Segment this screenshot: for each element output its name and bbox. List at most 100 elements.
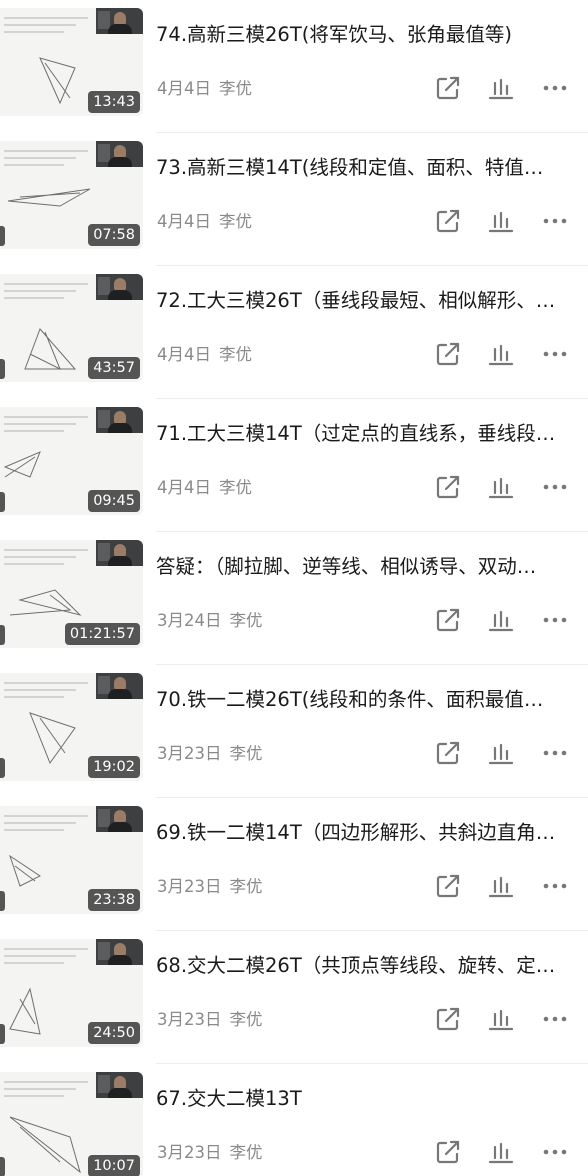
share-out-icon[interactable] bbox=[434, 340, 462, 368]
publish-date: 3月24日 bbox=[157, 611, 222, 630]
previous-badge-edge bbox=[0, 492, 5, 512]
video-meta: 3月23日 李优 bbox=[157, 1009, 263, 1031]
share-out-icon[interactable] bbox=[434, 207, 462, 235]
author-name: 李优 bbox=[229, 1143, 263, 1162]
video-list-item[interactable]: 43:57 72.工大三模26T（垂线段最短、相似解形、… 4月4日 李优 bbox=[0, 266, 588, 399]
video-meta: 4月4日 李优 bbox=[157, 211, 252, 233]
presenter-camera bbox=[96, 540, 143, 566]
bar-chart-icon[interactable] bbox=[487, 473, 515, 501]
author-name: 李优 bbox=[219, 478, 252, 497]
video-title[interactable]: 72.工大三模26T（垂线段最短、相似解形、… bbox=[156, 286, 576, 316]
video-list-item[interactable]: 09:45 71.工大三模14T（过定点的直线系，垂线段… 4月4日 李优 bbox=[0, 399, 588, 532]
video-title[interactable]: 69.铁一二模14T（四边形解形、共斜边直角… bbox=[156, 818, 576, 848]
video-thumbnail[interactable]: 24:50 bbox=[0, 939, 143, 1047]
share-out-icon[interactable] bbox=[434, 606, 462, 634]
share-out-icon[interactable] bbox=[434, 473, 462, 501]
bar-chart-icon[interactable] bbox=[487, 1138, 515, 1166]
duration-badge: 19:02 bbox=[88, 756, 140, 778]
video-thumbnail[interactable]: 13:43 bbox=[0, 8, 143, 116]
bar-chart-icon[interactable] bbox=[487, 207, 515, 235]
duration-badge: 07:58 bbox=[88, 224, 140, 246]
publish-date: 4月4日 bbox=[157, 478, 211, 497]
bar-chart-icon[interactable] bbox=[487, 872, 515, 900]
more-dots-icon[interactable] bbox=[541, 739, 569, 767]
previous-badge-edge bbox=[0, 1024, 5, 1044]
video-title[interactable]: 73.高新三模14T(线段和定值、面积、特值… bbox=[156, 153, 576, 183]
duration-badge: 24:50 bbox=[88, 1022, 140, 1044]
previous-badge-edge bbox=[0, 891, 5, 911]
publish-date: 3月23日 bbox=[157, 1010, 222, 1029]
video-thumbnail[interactable]: 19:02 bbox=[0, 673, 143, 781]
bar-chart-icon[interactable] bbox=[487, 739, 515, 767]
bar-chart-icon[interactable] bbox=[487, 606, 515, 634]
author-name: 李优 bbox=[229, 611, 263, 630]
video-title[interactable]: 68.交大二模26T（共顶点等线段、旋转、定… bbox=[156, 951, 576, 981]
presenter-camera bbox=[96, 939, 143, 965]
publish-date: 4月4日 bbox=[157, 345, 211, 364]
video-meta: 3月23日 李优 bbox=[157, 876, 263, 898]
more-dots-icon[interactable] bbox=[541, 74, 569, 102]
duration-badge: 10:07 bbox=[88, 1155, 140, 1176]
more-dots-icon[interactable] bbox=[541, 473, 569, 501]
more-dots-icon[interactable] bbox=[541, 207, 569, 235]
author-name: 李优 bbox=[229, 877, 263, 896]
video-thumbnail[interactable]: 10:07 bbox=[0, 1072, 143, 1176]
video-list-item[interactable]: 23:38 69.铁一二模14T（四边形解形、共斜边直角… 3月23日 李优 bbox=[0, 798, 588, 931]
previous-badge-edge bbox=[0, 1157, 5, 1176]
video-title[interactable]: 71.工大三模14T（过定点的直线系，垂线段… bbox=[156, 419, 576, 449]
presenter-camera bbox=[96, 141, 143, 167]
bar-chart-icon[interactable] bbox=[487, 340, 515, 368]
video-list-item[interactable]: 07:58 73.高新三模14T(线段和定值、面积、特值… 4月4日 李优 bbox=[0, 133, 588, 266]
share-out-icon[interactable] bbox=[434, 74, 462, 102]
publish-date: 3月23日 bbox=[157, 744, 222, 763]
author-name: 李优 bbox=[219, 345, 252, 364]
previous-badge-edge bbox=[0, 625, 5, 645]
previous-badge-edge bbox=[0, 758, 5, 778]
publish-date: 4月4日 bbox=[157, 212, 211, 231]
more-dots-icon[interactable] bbox=[541, 872, 569, 900]
presenter-camera bbox=[96, 673, 143, 699]
more-dots-icon[interactable] bbox=[541, 1138, 569, 1166]
more-dots-icon[interactable] bbox=[541, 606, 569, 634]
video-thumbnail[interactable]: 01:21:57 bbox=[0, 540, 143, 648]
video-list-item[interactable]: 13:43 74.高新三模26T(将军饮马、张角最值等) 4月4日 李优 bbox=[0, 0, 588, 133]
video-meta: 4月4日 李优 bbox=[157, 477, 252, 499]
publish-date: 3月23日 bbox=[157, 1143, 222, 1162]
share-out-icon[interactable] bbox=[434, 872, 462, 900]
video-thumbnail[interactable]: 07:58 bbox=[0, 141, 143, 249]
video-meta: 4月4日 李优 bbox=[157, 344, 252, 366]
video-title[interactable]: 答疑：（脚拉脚、逆等线、相似诱导、双动… bbox=[156, 552, 576, 582]
duration-badge: 09:45 bbox=[88, 490, 140, 512]
video-title[interactable]: 67.交大二模13T bbox=[156, 1084, 576, 1114]
more-dots-icon[interactable] bbox=[541, 340, 569, 368]
video-meta: 3月24日 李优 bbox=[157, 610, 263, 632]
video-title[interactable]: 74.高新三模26T(将军饮马、张角最值等) bbox=[156, 20, 576, 50]
more-dots-icon[interactable] bbox=[541, 1005, 569, 1033]
duration-badge: 23:38 bbox=[88, 889, 140, 911]
video-list-item[interactable]: 19:02 70.铁一二模26T(线段和的条件、面积最值… 3月23日 李优 bbox=[0, 665, 588, 798]
share-out-icon[interactable] bbox=[434, 739, 462, 767]
share-out-icon[interactable] bbox=[434, 1005, 462, 1033]
presenter-camera bbox=[96, 1072, 143, 1098]
video-meta: 4月4日 李优 bbox=[157, 78, 252, 100]
share-out-icon[interactable] bbox=[434, 1138, 462, 1166]
previous-badge-edge bbox=[0, 359, 5, 379]
video-meta: 3月23日 李优 bbox=[157, 1142, 263, 1164]
video-list-item[interactable]: 10:07 67.交大二模13T 3月23日 李优 bbox=[0, 1064, 588, 1176]
presenter-camera bbox=[96, 8, 143, 34]
duration-badge: 13:43 bbox=[88, 91, 140, 113]
bar-chart-icon[interactable] bbox=[487, 1005, 515, 1033]
video-list-item[interactable]: 01:21:57 答疑：（脚拉脚、逆等线、相似诱导、双动… 3月24日 李优 bbox=[0, 532, 588, 665]
video-title[interactable]: 70.铁一二模26T(线段和的条件、面积最值… bbox=[156, 685, 576, 715]
presenter-camera bbox=[96, 274, 143, 300]
video-thumbnail[interactable]: 43:57 bbox=[0, 274, 143, 382]
video-thumbnail[interactable]: 23:38 bbox=[0, 806, 143, 914]
video-list-item[interactable]: 24:50 68.交大二模26T（共顶点等线段、旋转、定… 3月23日 李优 bbox=[0, 931, 588, 1064]
presenter-camera bbox=[96, 806, 143, 832]
bar-chart-icon[interactable] bbox=[487, 74, 515, 102]
author-name: 李优 bbox=[229, 1010, 263, 1029]
video-thumbnail[interactable]: 09:45 bbox=[0, 407, 143, 515]
author-name: 李优 bbox=[219, 212, 252, 231]
presenter-camera bbox=[96, 407, 143, 433]
video-list: 13:43 74.高新三模26T(将军饮马、张角最值等) 4月4日 李优 07:5… bbox=[0, 0, 588, 1176]
